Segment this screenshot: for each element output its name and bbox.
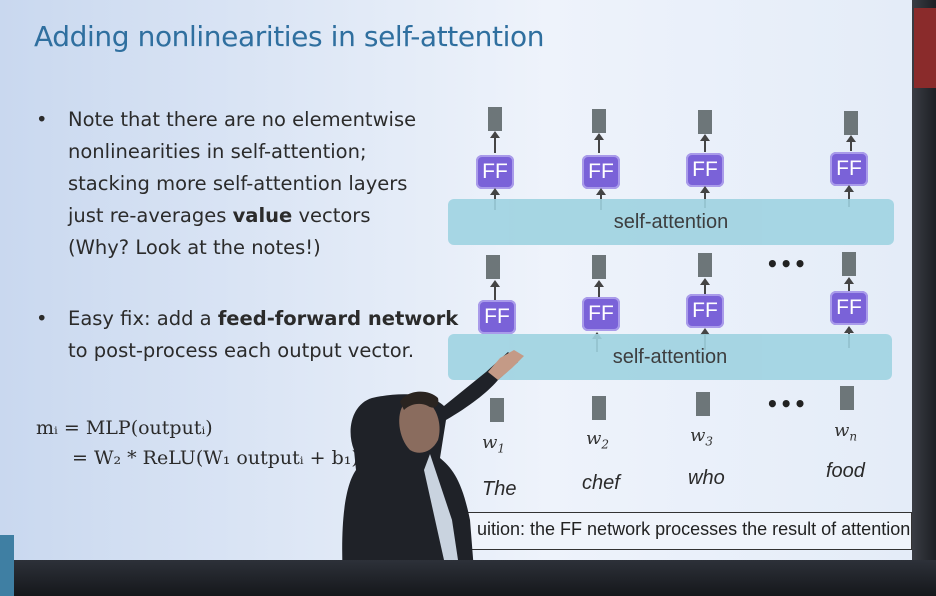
ff-box: FF bbox=[582, 155, 620, 189]
var-letter: w bbox=[482, 432, 498, 453]
word-var-3: w3 bbox=[690, 425, 713, 449]
ff-box: FF bbox=[686, 153, 724, 187]
arrow-icon bbox=[490, 280, 500, 302]
output-vector bbox=[698, 110, 712, 134]
input-vector bbox=[592, 396, 606, 420]
ff-box: FF bbox=[830, 291, 868, 325]
equation-line-2: = W₂ * ReLU(W₁ outputᵢ + b₁) bbox=[72, 447, 359, 469]
line-text: vectors bbox=[292, 204, 371, 227]
ffn-bold: feed-forward network bbox=[217, 307, 459, 330]
var-subscript: 3 bbox=[705, 434, 714, 449]
var-letter: w bbox=[690, 425, 706, 446]
arrow-icon bbox=[490, 131, 500, 153]
ellipsis: ••• bbox=[766, 392, 808, 416]
slide: Adding nonlinearities in self-attention … bbox=[0, 0, 912, 560]
intuition-text: uition: the FF network processes the res… bbox=[477, 519, 911, 539]
word-chef: chef bbox=[582, 472, 620, 494]
bullet-1-line-1: Note that there are no elementwise bbox=[68, 108, 417, 131]
left-marker bbox=[0, 535, 14, 596]
screen-marker bbox=[914, 8, 936, 88]
ff-box: FF bbox=[478, 300, 516, 334]
line-text: Easy fix: add a bbox=[68, 307, 218, 330]
hidden-vector bbox=[698, 253, 712, 277]
output-vector bbox=[844, 111, 858, 135]
output-vector bbox=[488, 107, 502, 131]
word-var-2: w2 bbox=[586, 428, 609, 452]
var-subscript: 2 bbox=[601, 437, 610, 452]
bullet-2-line-1: Easy fix: add a feed-forward network bbox=[68, 303, 458, 335]
input-vector bbox=[696, 392, 710, 416]
hidden-vector bbox=[592, 255, 606, 279]
input-vector bbox=[490, 398, 504, 422]
arrow-icon bbox=[700, 134, 710, 152]
self-attention-layer-2: self-attention bbox=[448, 199, 894, 245]
bullet-1-line-2: nonlinearities in self-attention; bbox=[68, 140, 367, 163]
hidden-vector bbox=[842, 252, 856, 276]
ff-box: FF bbox=[830, 152, 868, 186]
bullet-2-line-2: to post-process each output vector. bbox=[68, 339, 415, 362]
word-var-1: w1 bbox=[482, 432, 505, 456]
hidden-vector bbox=[486, 255, 500, 279]
input-vector bbox=[840, 386, 854, 410]
var-subscript: 1 bbox=[497, 441, 506, 456]
line-text: just re-averages bbox=[68, 204, 233, 227]
bullet-dot: • bbox=[36, 307, 48, 330]
ff-box: FF bbox=[582, 297, 620, 331]
bullet-dot: • bbox=[36, 108, 48, 131]
word-food: food bbox=[826, 460, 865, 482]
bullet-1-line-4: just re-averages value vectors bbox=[68, 200, 416, 232]
ff-box: FF bbox=[476, 155, 514, 189]
output-vector bbox=[592, 109, 606, 133]
ellipsis: ••• bbox=[766, 252, 808, 276]
bullet-1-line-5: (Why? Look at the notes!) bbox=[68, 236, 321, 259]
screen-border bbox=[912, 0, 936, 596]
var-letter: w bbox=[834, 420, 850, 441]
ff-box: FF bbox=[686, 294, 724, 328]
bullet-2: • Easy fix: add a feed-forward network t… bbox=[36, 303, 458, 367]
arrow-icon bbox=[594, 133, 604, 153]
bullet-1-line-3: stacking more self-attention layers bbox=[68, 172, 408, 195]
var-subscript: n bbox=[849, 429, 858, 444]
var-letter: w bbox=[586, 428, 602, 449]
slide-title: Adding nonlinearities in self-attention bbox=[34, 20, 545, 53]
equation-line-1: mᵢ = MLP(outputᵢ) bbox=[36, 417, 213, 439]
bullet-1: • Note that there are no elementwise non… bbox=[36, 104, 417, 264]
value-bold: value bbox=[232, 204, 293, 227]
word-the: The bbox=[482, 478, 517, 500]
stage-floor bbox=[0, 560, 936, 596]
intuition-box: uition: the FF network processes the res… bbox=[462, 512, 912, 550]
arrow-icon bbox=[846, 135, 856, 151]
self-attention-layer-1: self-attention bbox=[448, 334, 892, 380]
word-who: who bbox=[688, 467, 725, 489]
word-var-n: wn bbox=[834, 420, 857, 444]
